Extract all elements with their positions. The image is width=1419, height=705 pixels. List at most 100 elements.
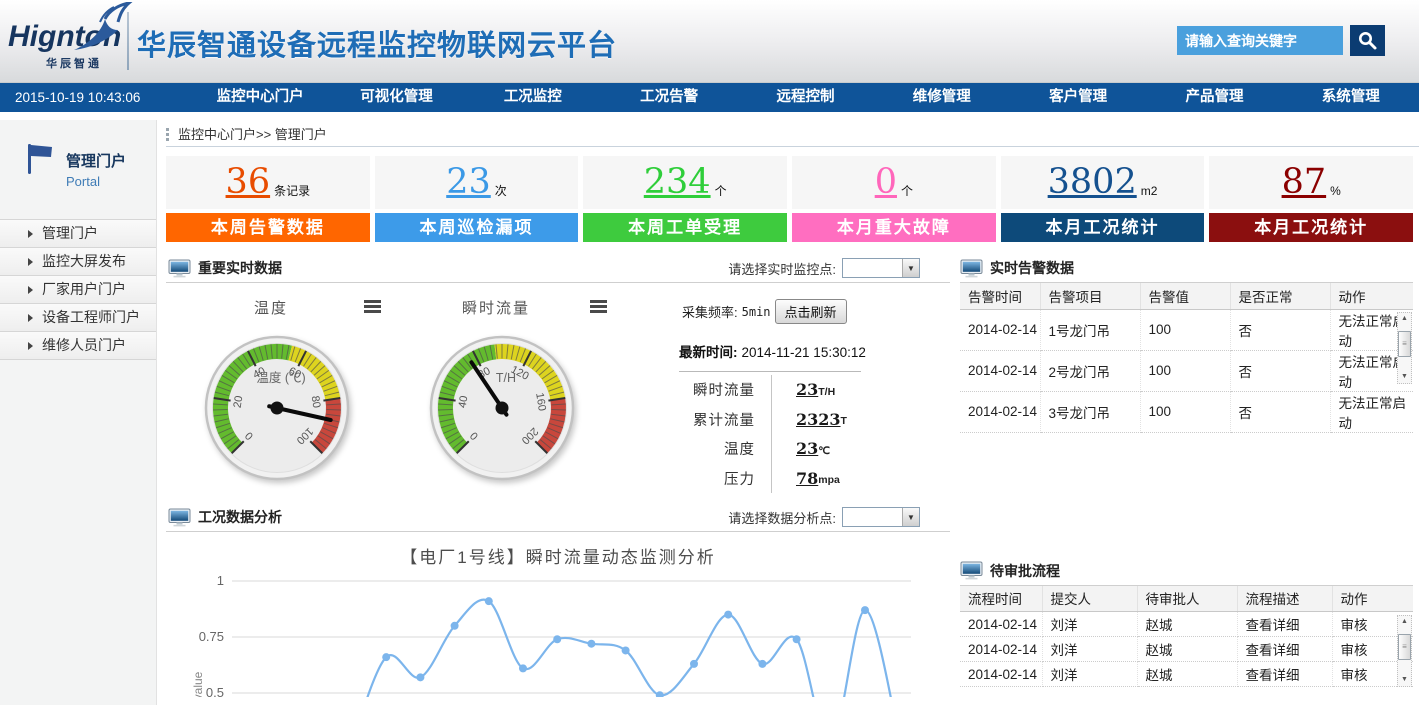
reading-unit: T [841, 415, 847, 427]
stat-card-label: 本月工况统计 [1209, 213, 1413, 242]
table-cell: 否 [1230, 391, 1330, 432]
realtime-section-title: 重要实时数据 [198, 258, 282, 278]
chevron-down-icon[interactable]: ▼ [902, 259, 919, 277]
nav-items: 监控中心门户可视化管理工况监控工况告警远程控制维修管理客户管理产品管理系统管理 [192, 83, 1419, 112]
latest-time: 最新时间:2014-11-21 15:30:12 [679, 341, 861, 372]
monitor-point-select-value [843, 259, 902, 277]
stat-card-top: 36条记录 [166, 156, 370, 209]
table-row: 2014-02-14刘洋赵城查看详细审核 [960, 637, 1413, 662]
chevron-down-icon[interactable]: ▼ [902, 508, 919, 526]
scrollbar-thumb[interactable]: ≡ [1398, 634, 1411, 660]
data-point-marker [724, 611, 732, 619]
stat-value-link[interactable]: 87 [1282, 165, 1327, 200]
column-header: 流程时间 [960, 586, 1042, 612]
monitor-icon [168, 259, 191, 278]
stat-card-label: 本周工单受理 [583, 213, 787, 242]
sidebar-item-label: 管理门户 [42, 220, 98, 247]
arrow-right-icon [28, 230, 33, 238]
reading-value-link[interactable]: 23 [796, 380, 818, 399]
portal-title: 管理门户 [66, 150, 126, 171]
nav-item-system-management[interactable]: 系统管理 [1283, 83, 1419, 112]
gauges-panel: 温度 瞬时流量 020406080100温度 (℃) 0408012016020… [166, 283, 950, 503]
table-row: 2014-02-141号龙门吊100否无法正常启动 [960, 309, 1413, 350]
table-cell: 否 [1230, 309, 1330, 350]
svg-text:40: 40 [457, 395, 471, 409]
realtime-section-header: 重要实时数据 请选择实时监控点: ▼ [166, 254, 950, 283]
scroll-down-icon[interactable]: ▼ [1398, 371, 1411, 383]
reading-row: 累计流量2323T [679, 405, 881, 435]
nav-timestamp: 2015-10-19 10:43:06 [0, 83, 192, 112]
nav-item-visual-management[interactable]: 可视化管理 [328, 83, 464, 112]
sidebar-item-equipment-engineer-portal[interactable]: 设备工程师门户 [0, 304, 156, 332]
reading-value-link[interactable]: 2323 [796, 410, 841, 429]
search-input[interactable] [1177, 26, 1343, 55]
scrollbar-track: ≡ [1398, 628, 1411, 674]
stat-value-link[interactable]: 234 [644, 165, 711, 200]
table-cell: 2014-02-14 [960, 637, 1042, 662]
nav-item-monitoring-center-portal[interactable]: 监控中心门户 [192, 83, 328, 112]
nav-item-condition-monitoring[interactable]: 工况监控 [465, 83, 601, 112]
data-point-marker [793, 635, 801, 643]
monitor-point-select[interactable]: ▼ [842, 258, 920, 278]
nav-item-product-management[interactable]: 产品管理 [1146, 83, 1282, 112]
column-header: 流程描述 [1237, 586, 1332, 612]
stat-unit: 个 [715, 182, 727, 199]
sidebar-item-admin-portal[interactable]: 管理门户 [0, 220, 156, 248]
nav-item-condition-alarm[interactable]: 工况告警 [601, 83, 737, 112]
page-title: 华辰智通设备远程监控物联网云平台 [137, 22, 617, 64]
sidebar-item-factory-user-portal[interactable]: 厂家用户门户 [0, 276, 156, 304]
freq-value: 5min [742, 305, 771, 319]
table-cell: 3号龙门吊 [1040, 391, 1140, 432]
svg-text:温度 (℃): 温度 (℃) [256, 370, 305, 385]
table-cell: 2号龙门吊 [1040, 350, 1140, 391]
table-header-row: 流程时间提交人待审批人流程描述动作 [960, 586, 1413, 612]
arrow-right-icon [28, 258, 33, 266]
data-point-marker [861, 606, 869, 614]
search-bar [1177, 26, 1385, 56]
data-point-marker [519, 664, 527, 672]
scroll-up-icon[interactable]: ▲ [1398, 616, 1411, 628]
sidebar-item-maintenance-staff-portal[interactable]: 维修人员门户 [0, 332, 156, 360]
table-scrollbar[interactable]: ▲ ≡ ▼ [1397, 615, 1412, 687]
stat-card-weekly-alarm: 36条记录本周告警数据 [166, 156, 370, 242]
stat-value-link[interactable]: 36 [226, 165, 271, 200]
search-button[interactable] [1350, 25, 1385, 56]
reading-value-cell: 23℃ [771, 434, 881, 464]
scroll-down-icon[interactable]: ▼ [1398, 674, 1411, 686]
monitor-icon [960, 259, 983, 278]
stat-value-link[interactable]: 3802 [1048, 165, 1137, 200]
chart-menu-icon[interactable] [364, 300, 381, 315]
monitor-icon [168, 508, 191, 527]
scroll-up-icon[interactable]: ▲ [1398, 313, 1411, 325]
reading-name: 瞬时流量 [679, 379, 771, 400]
search-icon [1357, 30, 1378, 51]
table-scrollbar[interactable]: ▲ ≡ ▼ [1397, 312, 1412, 384]
breadcrumb[interactable]: 监控中心门户>> 管理门户 [166, 120, 1419, 147]
reading-row: 温度23℃ [679, 434, 881, 464]
nav-item-customer-management[interactable]: 客户管理 [1010, 83, 1146, 112]
nav-item-maintenance-management[interactable]: 维修管理 [874, 83, 1010, 112]
nav-item-remote-control[interactable]: 远程控制 [737, 83, 873, 112]
reading-value-link[interactable]: 23 [796, 439, 818, 458]
stat-card-label: 本周巡检漏项 [375, 213, 579, 242]
flag-icon [26, 142, 54, 176]
analysis-point-select-label: 请选择数据分析点: [728, 508, 836, 527]
sidebar-item-monitor-screen-publish[interactable]: 监控大屏发布 [0, 248, 156, 276]
table-cell: 2014-02-14 [960, 391, 1040, 432]
chart-menu-icon[interactable] [590, 300, 607, 315]
freq-label: 采集频率: [682, 302, 738, 321]
stat-value-link[interactable]: 0 [875, 165, 897, 200]
column-header: 待审批人 [1137, 586, 1237, 612]
scrollbar-thumb[interactable]: ≡ [1398, 331, 1411, 357]
reading-value-link[interactable]: 78 [796, 469, 818, 488]
analysis-point-select[interactable]: ▼ [842, 507, 920, 527]
reading-unit: ℃ [818, 445, 830, 457]
monitor-icon [960, 561, 983, 580]
stat-card-monthly-condition-stat-2: 87%本月工况统计 [1209, 156, 1413, 242]
refresh-button[interactable]: 点击刷新 [775, 299, 847, 324]
stat-value-link[interactable]: 23 [446, 165, 491, 200]
readings-list: 瞬时流量23T/H累计流量2323T温度23℃压力78mpa [679, 375, 881, 493]
reading-row: 瞬时流量23T/H [679, 375, 881, 405]
latest-time-value: 2014-11-21 15:30:12 [742, 345, 866, 360]
reading-row: 压力78mpa [679, 464, 881, 494]
